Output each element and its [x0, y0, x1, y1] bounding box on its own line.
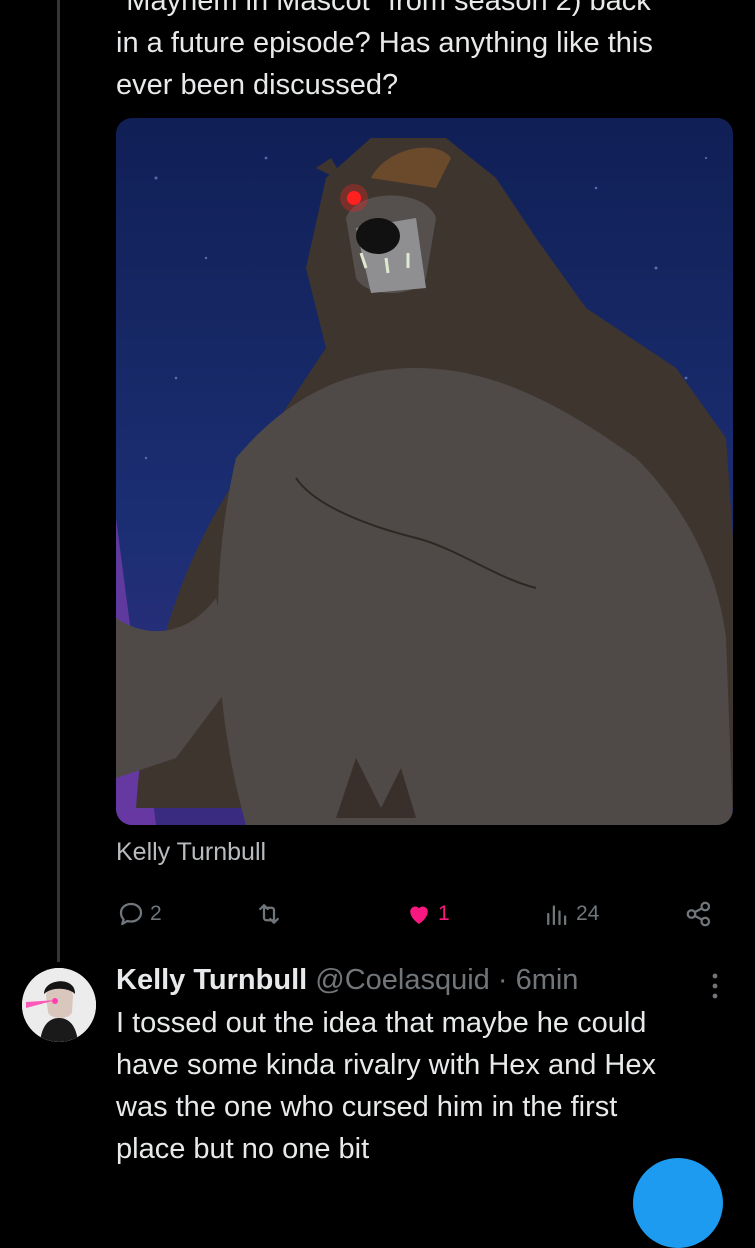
views-button[interactable]: 24	[542, 893, 599, 935]
reply-icon	[119, 902, 143, 926]
repost-icon	[259, 904, 279, 924]
share-button[interactable]	[684, 893, 714, 935]
reply-text-line: was the one who cursed him in the first	[116, 1091, 618, 1123]
compose-button[interactable]	[633, 1158, 723, 1248]
reply-button[interactable]: 2	[116, 893, 162, 935]
bear-illustration	[116, 118, 733, 825]
share-icon	[686, 901, 711, 927]
thread-line	[57, 0, 60, 962]
repost-button[interactable]	[254, 893, 288, 935]
tweet-text: "Mayhem in Mascot" from season 2) back i…	[116, 0, 736, 106]
tweet-text-line: "Mayhem in Mascot" from season 2) back	[116, 0, 651, 17]
views-count: 24	[576, 902, 600, 925]
reply-text-line: place but no one bit	[116, 1133, 370, 1165]
tweet-actions-bar: 2 1 24	[116, 893, 721, 935]
like-count: 1	[438, 902, 450, 925]
reply-display-name[interactable]: Kelly Turnbull	[116, 964, 307, 996]
media-attribution[interactable]: Kelly Turnbull	[116, 838, 266, 867]
more-icon[interactable]	[700, 968, 730, 1004]
reply-text-line: I tossed out the idea that maybe he coul…	[116, 1007, 647, 1039]
reply-count: 2	[150, 902, 162, 925]
tweet-media-image[interactable]	[116, 118, 733, 825]
tweet-text-line: in a future episode? Has anything like t…	[116, 27, 653, 59]
reply-tweet[interactable]: Kelly Turnbull @Coelasquid · 6min I toss…	[0, 960, 755, 1179]
avatar-illustration	[22, 968, 96, 1042]
like-button[interactable]: 1	[404, 893, 450, 935]
reply-header: Kelly Turnbull @Coelasquid · 6min	[116, 964, 578, 997]
avatar[interactable]	[22, 968, 96, 1042]
reply-text-line: have some kinda rivalry with Hex and Hex	[116, 1049, 656, 1081]
reply-text: I tossed out the idea that maybe he coul…	[116, 1002, 736, 1170]
tweet-text-line: ever been discussed?	[116, 69, 399, 101]
reply-handle-and-time: @Coelasquid · 6min	[315, 964, 579, 996]
views-icon	[547, 905, 567, 926]
like-icon	[410, 906, 428, 924]
